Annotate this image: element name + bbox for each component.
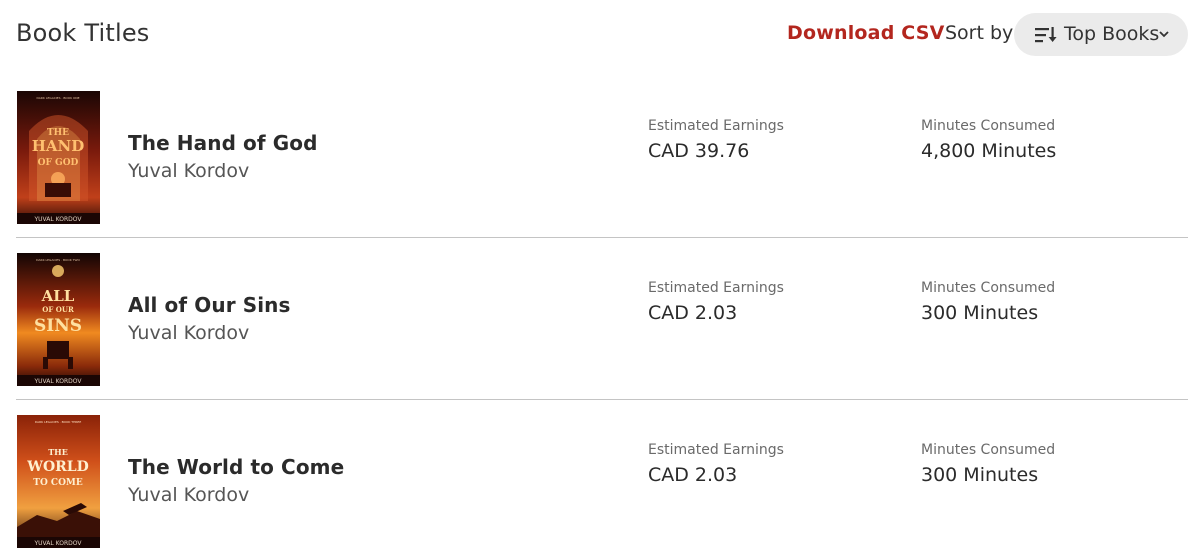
cover-title-line: SINS [34, 316, 82, 336]
download-csv-link[interactable]: Download CSV [787, 22, 945, 44]
sort-by-label: Sort by [945, 22, 1014, 44]
sort-icon [1035, 27, 1057, 43]
cover-series: DARK LEGACIES · BOOK ONE [37, 96, 80, 100]
earnings-value: CAD 2.03 [648, 464, 738, 486]
cover-author: YUVAL KORDOV [34, 378, 83, 385]
minutes-label: Minutes Consumed [921, 118, 1056, 134]
sort-selected-value: Top Books [1064, 23, 1160, 45]
cover-title-line: HAND [32, 137, 85, 155]
cover-author: YUVAL KORDOV [34, 540, 83, 547]
sort-dropdown[interactable]: Top Books [1014, 13, 1188, 56]
book-title[interactable]: The Hand of God [128, 131, 318, 155]
cover-title-line: OF OUR [42, 305, 74, 314]
book-title[interactable]: The World to Come [128, 455, 344, 479]
book-author: Yuval Kordov [128, 160, 250, 182]
chevron-down-icon [1159, 31, 1169, 38]
book-cover[interactable]: DARK LEGACIES · BOOK THREE THE WORLD TO … [17, 415, 100, 548]
minutes-value: 300 Minutes [921, 302, 1039, 324]
cover-title-line: THE [48, 447, 68, 457]
earnings-value: CAD 2.03 [648, 302, 738, 324]
book-row: DARK LEGACIES · BOOK ONE THE HAND OF GOD… [16, 76, 1188, 238]
book-list: DARK LEGACIES · BOOK ONE THE HAND OF GOD… [16, 76, 1188, 560]
cover-author: YUVAL KORDOV [34, 216, 83, 223]
cover-series: DARK LEGACIES · BOOK TWO [36, 258, 80, 262]
minutes-value: 300 Minutes [921, 464, 1039, 486]
book-author: Yuval Kordov [128, 484, 250, 506]
earnings-label: Estimated Earnings [648, 442, 784, 458]
page-header: Book Titles Download CSV Sort by Top Boo… [0, 0, 1200, 70]
cover-title-line: OF GOD [38, 158, 79, 168]
minutes-value: 4,800 Minutes [921, 140, 1057, 162]
page-title: Book Titles [16, 19, 150, 47]
cover-title-line: ALL [41, 287, 75, 305]
minutes-label: Minutes Consumed [921, 442, 1056, 458]
book-titles-page: Book Titles Download CSV Sort by Top Boo… [0, 0, 1200, 560]
cover-title-line: WORLD [26, 459, 89, 475]
earnings-value: CAD 39.76 [648, 140, 750, 162]
book-row: DARK LEGACIES · BOOK TWO ALL OF OUR SINS… [16, 238, 1188, 400]
book-cover[interactable]: DARK LEGACIES · BOOK ONE THE HAND OF GOD… [17, 91, 100, 224]
minutes-label: Minutes Consumed [921, 280, 1056, 296]
earnings-label: Estimated Earnings [648, 280, 784, 296]
cover-series: DARK LEGACIES · BOOK THREE [35, 420, 82, 424]
book-title[interactable]: All of Our Sins [128, 293, 291, 317]
cover-title-line: TO COME [33, 478, 83, 488]
book-cover[interactable]: DARK LEGACIES · BOOK TWO ALL OF OUR SINS… [17, 253, 100, 386]
book-author: Yuval Kordov [128, 322, 250, 344]
earnings-label: Estimated Earnings [648, 118, 784, 134]
book-row: DARK LEGACIES · BOOK THREE THE WORLD TO … [16, 400, 1188, 560]
